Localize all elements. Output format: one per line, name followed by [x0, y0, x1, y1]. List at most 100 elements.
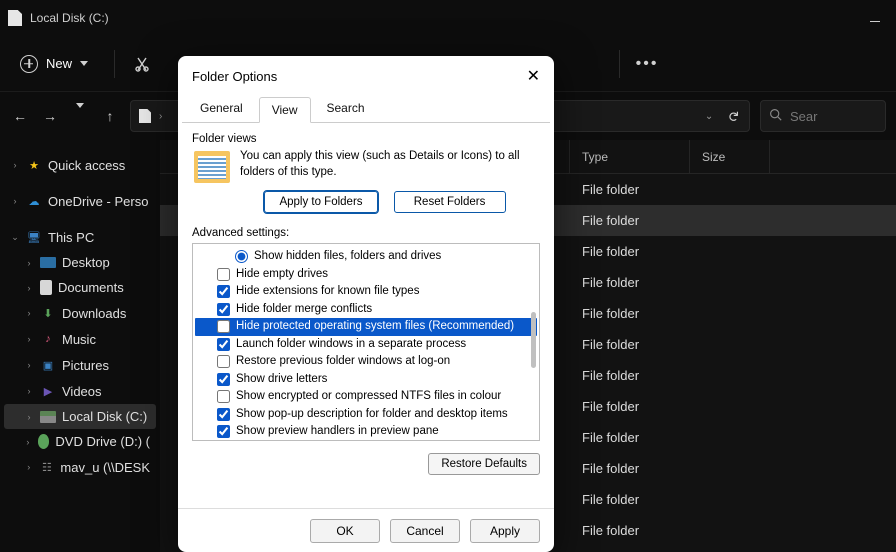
- checkbox-input[interactable]: [217, 303, 230, 316]
- checkbox-input[interactable]: [217, 285, 230, 298]
- scrollbar-thumb[interactable]: [531, 312, 536, 368]
- cut-button[interactable]: [133, 55, 151, 73]
- dvd-icon: [38, 434, 50, 449]
- window-controls: [870, 15, 888, 22]
- advanced-option[interactable]: Show pop-up description for folder and d…: [195, 406, 537, 424]
- chevron-right-icon: ›: [159, 111, 162, 122]
- videos-icon: ▶: [40, 383, 56, 399]
- sidebar-item-documents[interactable]: ›Documents: [4, 275, 156, 300]
- option-label: Hide protected operating system files (R…: [236, 319, 514, 335]
- checkbox-input[interactable]: [217, 425, 230, 438]
- cell-type: File folder: [570, 337, 690, 352]
- close-button[interactable]: ✕: [510, 66, 540, 86]
- option-label: Hide extensions for known file types: [236, 284, 419, 300]
- column-type[interactable]: Type: [570, 140, 690, 173]
- music-icon: ♪: [40, 331, 56, 347]
- checkbox-input[interactable]: [217, 355, 230, 368]
- tab-general[interactable]: General: [188, 96, 255, 122]
- advanced-option[interactable]: Show hidden files, folders and drives: [195, 248, 537, 266]
- apply-button[interactable]: Apply: [470, 519, 540, 543]
- sidebar-item-pictures[interactable]: ›▣Pictures: [4, 352, 156, 378]
- checkbox-input[interactable]: [217, 320, 230, 333]
- dialog-tabs: General View Search: [178, 96, 554, 122]
- ok-button[interactable]: OK: [310, 519, 380, 543]
- document-icon: [40, 280, 52, 295]
- cell-type: File folder: [570, 399, 690, 414]
- network-drive-icon: ☷: [39, 459, 54, 475]
- sidebar-item-music[interactable]: ›♪Music: [4, 326, 156, 352]
- new-button[interactable]: New: [12, 49, 96, 79]
- refresh-button[interactable]: ↻: [725, 110, 742, 122]
- sidebar-item-downloads[interactable]: ›⬇Downloads: [4, 300, 156, 326]
- more-button[interactable]: •••: [638, 55, 656, 73]
- cell-type: File folder: [570, 492, 690, 507]
- advanced-option[interactable]: Show drive letters: [195, 371, 537, 389]
- sidebar-item-desktop[interactable]: ›Desktop: [4, 250, 156, 275]
- advanced-option[interactable]: Hide protected operating system files (R…: [195, 318, 537, 336]
- advanced-option[interactable]: Hide extensions for known file types: [195, 283, 537, 301]
- pictures-icon: ▣: [40, 357, 56, 373]
- checkbox-input[interactable]: [217, 408, 230, 421]
- tab-search[interactable]: Search: [315, 96, 377, 122]
- cancel-button[interactable]: Cancel: [390, 519, 460, 543]
- checkbox-input[interactable]: [217, 373, 230, 386]
- folder-views-desc: You can apply this view (such as Details…: [240, 149, 538, 180]
- window-title: Local Disk (C:): [30, 11, 109, 25]
- cell-type: File folder: [570, 430, 690, 445]
- search-placeholder: Sear: [790, 109, 817, 124]
- navigation-pane: ›★Quick access ›☁OneDrive - Perso ⌄🖥This…: [0, 140, 160, 552]
- dialog-title: Folder Options: [192, 69, 277, 84]
- option-label: Hide empty drives: [236, 267, 328, 283]
- plus-icon: [20, 55, 38, 73]
- advanced-option[interactable]: Launch folder windows in a separate proc…: [195, 336, 537, 354]
- cell-type: File folder: [570, 461, 690, 476]
- sidebar-item-quick-access[interactable]: ›★Quick access: [4, 152, 156, 178]
- desktop-icon: [40, 257, 56, 268]
- option-label: Show hidden files, folders and drives: [254, 249, 441, 265]
- option-label: Launch folder windows in a separate proc…: [236, 337, 466, 353]
- back-button[interactable]: ←: [10, 108, 30, 124]
- option-label: Show encrypted or compressed NTFS files …: [236, 389, 501, 405]
- cell-type: File folder: [570, 182, 690, 197]
- cell-type: File folder: [570, 523, 690, 538]
- separator: [114, 50, 115, 78]
- recent-button[interactable]: [70, 108, 90, 124]
- folder-options-dialog: Folder Options ✕ General View Search Fol…: [178, 56, 554, 552]
- sidebar-item-onedrive[interactable]: ›☁OneDrive - Perso: [4, 188, 156, 214]
- dialog-footer: OK Cancel Apply: [178, 508, 554, 552]
- option-label: Restore previous folder windows at log-o…: [236, 354, 450, 370]
- checkbox-input[interactable]: [217, 390, 230, 403]
- advanced-option[interactable]: Restore previous folder windows at log-o…: [195, 353, 537, 371]
- tab-view[interactable]: View: [259, 97, 311, 123]
- new-label: New: [46, 56, 72, 71]
- minimize-button[interactable]: [870, 21, 880, 22]
- option-label: Show pop-up description for folder and d…: [236, 407, 508, 423]
- cell-type: File folder: [570, 275, 690, 290]
- sidebar-item-this-pc[interactable]: ⌄🖥This PC: [4, 224, 156, 250]
- up-button[interactable]: ↑: [100, 108, 120, 124]
- checkbox-input[interactable]: [217, 268, 230, 281]
- download-icon: ⬇: [40, 305, 56, 321]
- checkbox-input[interactable]: [217, 338, 230, 351]
- sidebar-item-network[interactable]: ›☷mav_u (\\DESK: [4, 454, 156, 480]
- forward-button[interactable]: →: [40, 108, 60, 124]
- separator: [619, 50, 620, 78]
- advanced-option[interactable]: Show encrypted or compressed NTFS files …: [195, 388, 537, 406]
- sidebar-item-videos[interactable]: ›▶Videos: [4, 378, 156, 404]
- reset-folders-button[interactable]: Reset Folders: [394, 191, 506, 213]
- radio-input[interactable]: [235, 250, 248, 263]
- advanced-option[interactable]: Hide empty drives: [195, 266, 537, 284]
- sidebar-item-dvd[interactable]: ›DVD Drive (D:) (: [4, 429, 156, 454]
- advanced-option[interactable]: Show preview handlers in preview pane: [195, 423, 537, 441]
- window-titlebar: Local Disk (C:): [0, 0, 896, 36]
- option-label: Show drive letters: [236, 372, 327, 388]
- search-box[interactable]: Sear: [760, 100, 886, 132]
- advanced-settings-list[interactable]: Show hidden files, folders and drives Hid…: [192, 243, 540, 441]
- sidebar-item-local-disk[interactable]: ›Local Disk (C:): [4, 404, 156, 429]
- apply-to-folders-button[interactable]: Apply to Folders: [264, 191, 377, 213]
- advanced-option[interactable]: Hide folder merge conflicts: [195, 301, 537, 319]
- column-size[interactable]: Size: [690, 140, 770, 173]
- address-dropdown[interactable]: ⌄: [705, 111, 713, 122]
- restore-defaults-button[interactable]: Restore Defaults: [428, 453, 540, 475]
- dialog-titlebar[interactable]: Folder Options ✕: [178, 56, 554, 96]
